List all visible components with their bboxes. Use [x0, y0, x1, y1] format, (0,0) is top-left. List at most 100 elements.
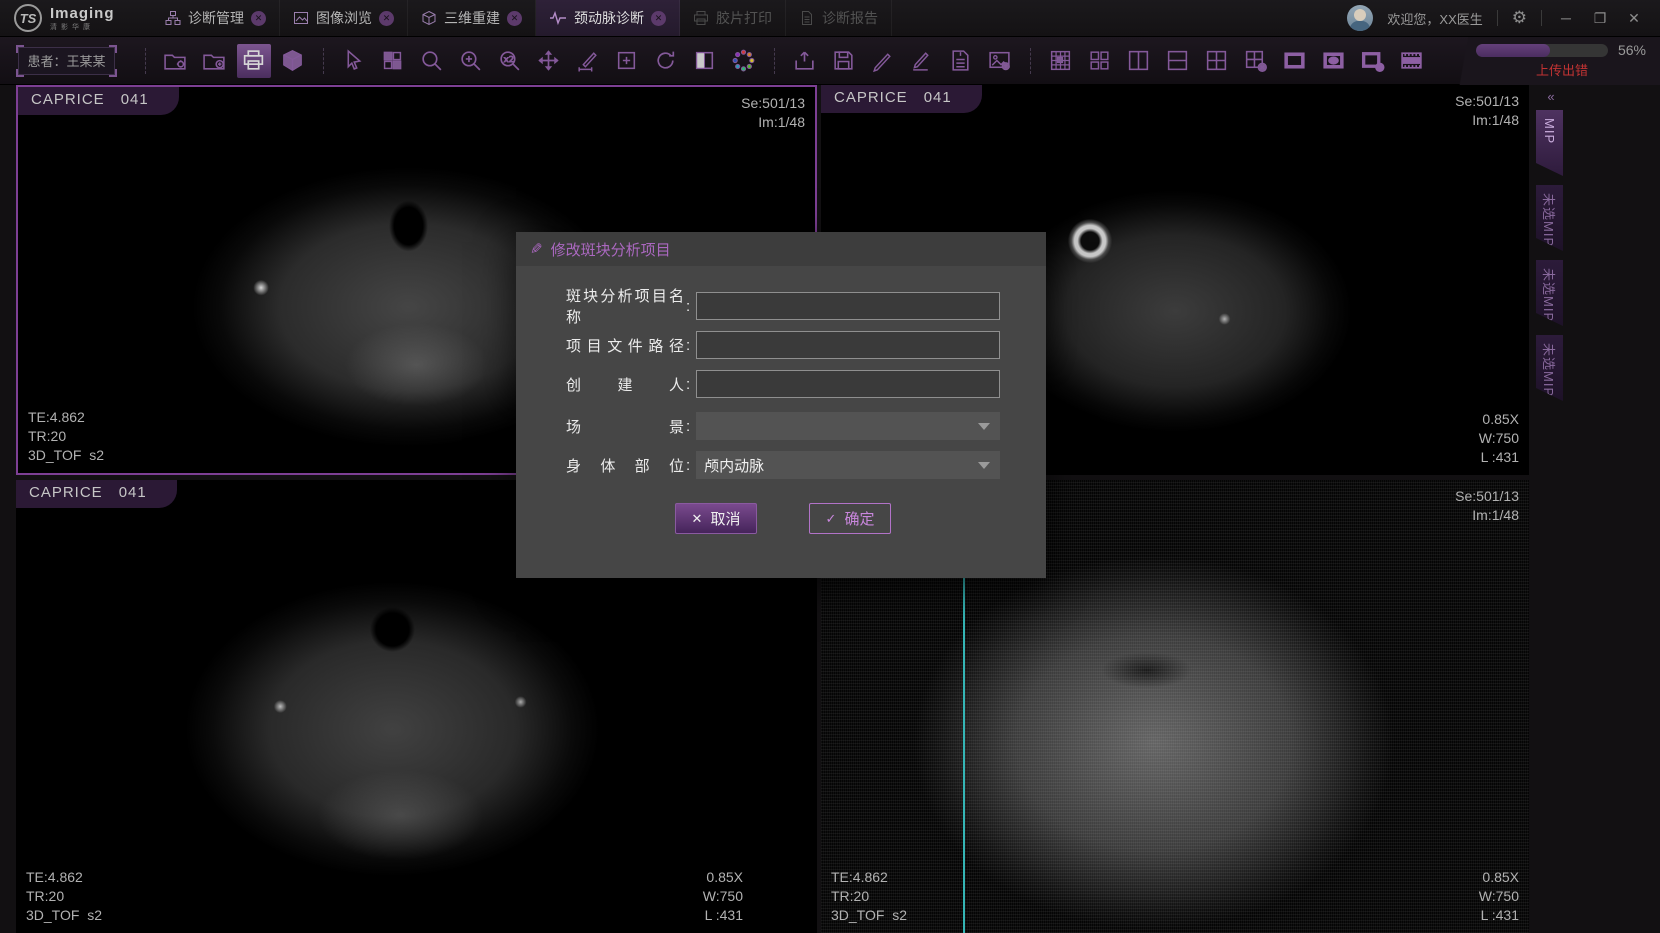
- upload-progress-bar: [1476, 44, 1608, 57]
- tab-label: 图像浏览: [316, 8, 372, 28]
- brand-subtitle: 清影华康: [50, 24, 115, 31]
- series-info-overlay: Se:501/13Im:1/48: [1455, 487, 1519, 525]
- series-name: CAPRICE: [31, 91, 105, 108]
- report-plus-icon[interactable]: [944, 44, 978, 78]
- cancel-button[interactable]: ✕ 取消: [675, 503, 757, 534]
- crop-icon[interactable]: [610, 44, 644, 78]
- cube-3d-icon[interactable]: [276, 44, 310, 78]
- rect-remove-icon[interactable]: [1356, 44, 1390, 78]
- check-icon: ✓: [826, 511, 837, 527]
- tab-close-icon[interactable]: ✕: [379, 11, 394, 26]
- new-project-icon[interactable]: [198, 44, 232, 78]
- layout-blocks-icon[interactable]: [1083, 44, 1117, 78]
- patient-name-box: 患者：王某某: [18, 47, 115, 75]
- side-tab-unselected-mip-2[interactable]: 未选MIP: [1536, 260, 1563, 326]
- field-label-project-name: 斑块分析项目名称: [566, 285, 684, 327]
- chevron-down-icon: [978, 423, 990, 430]
- side-tab-mip[interactable]: MIP: [1536, 110, 1563, 176]
- layout-quad-icon[interactable]: [1200, 44, 1234, 78]
- series-number: 041: [119, 484, 147, 501]
- series-info-overlay: Se:501/13Im:1/48: [1455, 92, 1519, 130]
- body-part-select[interactable]: 颅内动脉: [696, 451, 1000, 479]
- upload-error-text: 上传出错: [1536, 60, 1588, 79]
- tab-label: 胶片打印: [716, 8, 772, 28]
- invert-icon[interactable]: [688, 44, 722, 78]
- logo-icon: TS: [14, 4, 42, 32]
- tab-label: 诊断管理: [188, 8, 244, 28]
- close-icon: ✕: [692, 511, 703, 527]
- pan-icon[interactable]: [532, 44, 566, 78]
- shape-ellipse-icon[interactable]: [1317, 44, 1351, 78]
- collapse-panel-icon[interactable]: «: [1536, 89, 1566, 104]
- grid-remove-icon[interactable]: [1239, 44, 1273, 78]
- series-name: CAPRICE: [834, 89, 908, 106]
- org-chart-icon: [165, 10, 181, 26]
- main-tabs: 诊断管理 ✕ 图像浏览 ✕ 三维重建 ✕ 颈动: [152, 0, 892, 36]
- tab-close-icon[interactable]: ✕: [651, 11, 666, 26]
- side-tab-unselected-mip-3[interactable]: 未选MIP: [1536, 335, 1563, 401]
- window-level-overlay: 0.85XW:750L :431: [1479, 410, 1519, 467]
- open-project-icon[interactable]: [159, 44, 193, 78]
- file-path-input[interactable]: [696, 331, 1000, 359]
- dialog-title: 修改斑块分析项目: [551, 239, 671, 260]
- maximize-button[interactable]: ❐: [1590, 10, 1610, 27]
- rotate-icon[interactable]: [649, 44, 683, 78]
- window-level-overlay: 0.85XW:750L :431: [703, 868, 743, 925]
- tab-carotid-diagnosis[interactable]: 颈动脉诊断 ✕: [536, 0, 680, 36]
- edit-pencil-icon: ✎: [530, 240, 543, 258]
- project-name-input[interactable]: [696, 292, 1000, 320]
- pen-icon[interactable]: [866, 44, 900, 78]
- series-number: 041: [121, 91, 149, 108]
- tab-diagnosis-management[interactable]: 诊断管理 ✕: [152, 0, 280, 36]
- zoom-x2-icon[interactable]: x2: [493, 44, 527, 78]
- application-window: TS Imaging 清影华康 诊断管理 ✕ 图像浏览 ✕: [0, 0, 1660, 933]
- zoom-in-icon[interactable]: [454, 44, 488, 78]
- series-number: 041: [924, 89, 952, 106]
- field-label-creator: 创建人: [566, 374, 684, 395]
- patient-name-label: 患者：王某某: [27, 51, 105, 70]
- close-button[interactable]: ✕: [1624, 10, 1644, 27]
- split-horizontal-icon[interactable]: [1161, 44, 1195, 78]
- tab-close-icon[interactable]: ✕: [507, 11, 522, 26]
- draw-line-icon[interactable]: [905, 44, 939, 78]
- image-export-icon[interactable]: [983, 44, 1017, 78]
- export-icon[interactable]: [788, 44, 822, 78]
- settings-gear-icon[interactable]: ⚙: [1512, 8, 1527, 28]
- cursor-icon[interactable]: [337, 44, 371, 78]
- tab-label: 诊断报告: [822, 8, 878, 28]
- grid-4x4-icon[interactable]: [1044, 44, 1078, 78]
- print-icon[interactable]: [237, 44, 271, 78]
- waveform-icon: [549, 10, 567, 26]
- cine-film-icon[interactable]: [1395, 44, 1429, 78]
- upload-status-panel: 56% 上传出错: [1429, 37, 1660, 85]
- field-label-body-part: 身体部位: [566, 455, 684, 476]
- creator-input[interactable]: [696, 370, 1000, 398]
- scene-select[interactable]: [696, 412, 1000, 440]
- acquisition-overlay: TE:4.862TR:203D_TOF s2: [831, 868, 907, 925]
- chevron-down-icon: [978, 462, 990, 469]
- cube-icon: [421, 10, 437, 26]
- measure-icon[interactable]: [571, 44, 605, 78]
- tab-diagnosis-report[interactable]: 诊断报告: [786, 0, 892, 36]
- pseudocolor-icon[interactable]: [727, 44, 761, 78]
- series-tag: CAPRICE 041: [18, 87, 179, 115]
- save-icon[interactable]: [827, 44, 861, 78]
- tab-close-icon[interactable]: ✕: [251, 11, 266, 26]
- body-part-select-value: 颅内动脉: [704, 455, 764, 476]
- minimize-button[interactable]: ─: [1556, 10, 1576, 26]
- tab-label: 三维重建: [444, 8, 500, 28]
- split-vertical-icon[interactable]: [1122, 44, 1156, 78]
- side-tab-unselected-mip-1[interactable]: 未选MIP: [1536, 185, 1563, 251]
- confirm-button[interactable]: ✓ 确定: [809, 503, 891, 534]
- layout-swap-icon[interactable]: [376, 44, 410, 78]
- shape-rect-icon[interactable]: [1278, 44, 1312, 78]
- user-avatar[interactable]: [1347, 5, 1373, 31]
- app-logo: TS Imaging 清影华康: [0, 0, 152, 36]
- upload-progress-percent: 56%: [1618, 42, 1646, 58]
- dialog-header: ✎ 修改斑块分析项目: [516, 232, 1046, 266]
- brand-name: Imaging: [50, 6, 115, 21]
- tab-image-browse[interactable]: 图像浏览 ✕: [280, 0, 408, 36]
- tab-film-print[interactable]: 胶片打印: [680, 0, 786, 36]
- tab-3d-reconstruction[interactable]: 三维重建 ✕: [408, 0, 536, 36]
- magnify-icon[interactable]: [415, 44, 449, 78]
